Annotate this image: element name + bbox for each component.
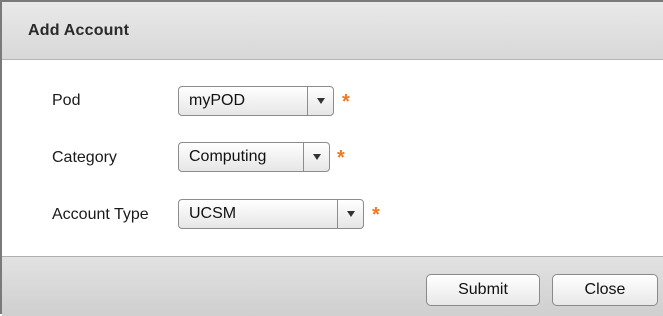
account-type-select[interactable]: UCSM	[178, 199, 364, 229]
account-type-label: Account Type	[52, 206, 149, 223]
category-select-value: Computing	[189, 148, 267, 165]
add-account-dialog: Add Account Pod myPOD * Category Computi…	[0, 0, 663, 316]
pod-select[interactable]: myPOD	[178, 86, 334, 116]
category-select[interactable]: Computing	[178, 142, 330, 172]
dialog-footer: Submit Close	[2, 256, 663, 316]
chevron-down-icon	[346, 211, 355, 217]
pod-dropdown-button[interactable]	[307, 87, 333, 115]
account-type-dropdown-button[interactable]	[337, 200, 363, 228]
category-required-icon: *	[337, 147, 345, 169]
submit-button[interactable]: Submit	[426, 274, 540, 306]
dialog-title: Add Account	[28, 22, 130, 39]
account-type-select-value: UCSM	[189, 205, 237, 222]
account-type-required-icon: *	[372, 204, 380, 226]
close-button[interactable]: Close	[552, 274, 658, 306]
pod-label: Pod	[52, 92, 81, 109]
chevron-down-icon	[316, 98, 325, 104]
pod-select-value: myPOD	[189, 92, 245, 109]
category-dropdown-button[interactable]	[303, 143, 329, 171]
category-label: Category	[52, 149, 117, 166]
pod-required-icon: *	[342, 91, 350, 113]
chevron-down-icon	[312, 154, 321, 160]
dialog-header: Add Account	[2, 2, 663, 60]
